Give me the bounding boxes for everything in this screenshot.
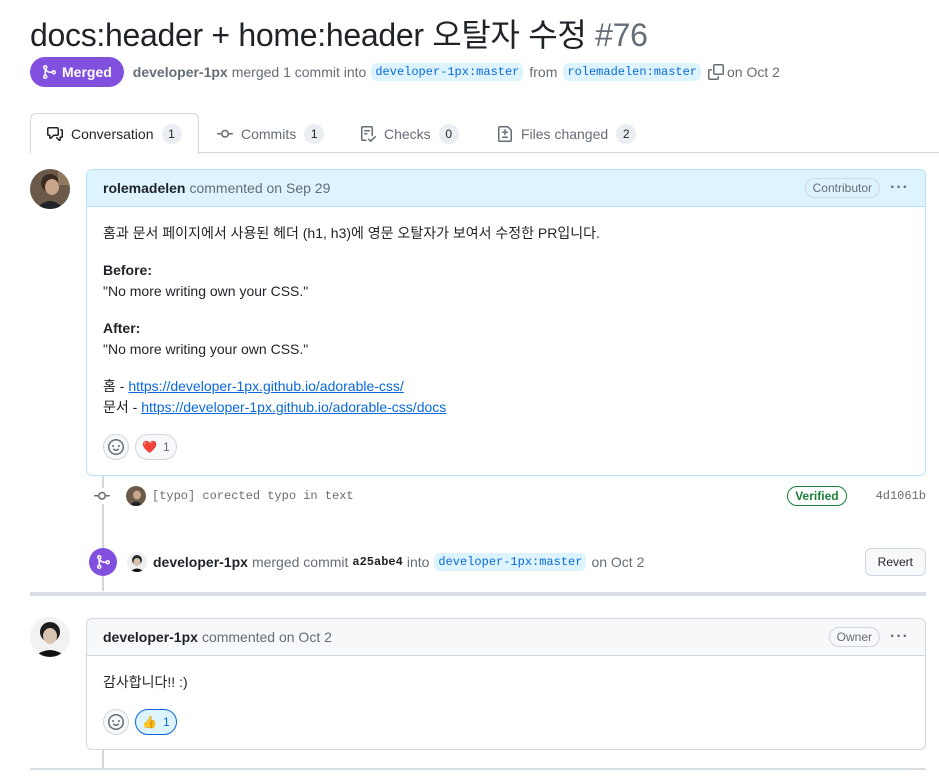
revert-button[interactable]: Revert	[864, 548, 926, 576]
merge-text-2: into	[406, 554, 430, 570]
file-diff-icon	[498, 125, 512, 142]
before-block: Before: "No more writing own your CSS."	[103, 260, 909, 302]
merged-status-badge: Merged	[30, 57, 124, 87]
tab-checks[interactable]: Checks 0	[344, 113, 475, 154]
git-commit-icon	[217, 129, 233, 138]
merge-author[interactable]: developer-1px	[153, 554, 248, 570]
tab-commits-label: Commits	[241, 125, 297, 142]
comment-text: 감사합니다!! :)	[103, 674, 188, 690]
heart-reaction-button[interactable]: ❤️ 1	[135, 434, 177, 460]
merge-event: developer-1px merged commit a25abe4 into…	[89, 547, 926, 577]
from-text: from	[529, 64, 558, 80]
smiley-icon	[108, 714, 124, 730]
before-text: "No more writing own your CSS."	[103, 283, 309, 299]
copy-icon[interactable]	[708, 64, 724, 80]
base-branch[interactable]: developer-1px:master	[371, 63, 524, 81]
smiley-icon	[108, 439, 124, 455]
merge-date: on Oct 2	[727, 64, 780, 80]
comment-developer-1px: developer-1px commented on Oct 2 Owner ·…	[86, 618, 926, 750]
thumbs-up-reaction-button[interactable]: 👍 1	[135, 709, 177, 735]
tab-conversation-label: Conversation	[71, 125, 154, 142]
git-commit-icon	[94, 488, 110, 504]
comment-author[interactable]: rolemadelen	[103, 180, 185, 196]
heart-reaction-count: 1	[162, 439, 170, 454]
before-label: Before:	[103, 262, 153, 278]
contributor-badge: Contributor	[804, 178, 881, 198]
commit-sha[interactable]: 4d1061b	[876, 489, 926, 503]
reactions: ❤️ 1	[103, 434, 909, 460]
pr-number: #76	[595, 17, 648, 53]
head-branch[interactable]: rolemadelen:master	[563, 63, 701, 81]
after-text: "No more writing your own CSS."	[103, 341, 309, 357]
after-block: After: "No more writing your own CSS."	[103, 318, 909, 360]
git-merge-icon	[43, 65, 57, 79]
commit-message[interactable]: [typo] corected typo in text	[152, 489, 354, 503]
commit-author-avatar[interactable]	[126, 486, 146, 506]
merge-commit-sha[interactable]: a25abe4	[352, 555, 402, 569]
bottom-divider	[30, 768, 926, 770]
pr-title: docs:header + home:header 오탈자 수정 #76	[30, 10, 648, 56]
after-label: After:	[103, 320, 141, 336]
tab-conversation-count: 1	[161, 123, 182, 144]
link-docs-prefix: 문서 -	[103, 399, 142, 415]
comment-header: developer-1px commented on Oct 2 Owner ·…	[87, 619, 925, 656]
comment-header: rolemadelen commented on Sep 29 Contribu…	[87, 170, 925, 207]
heart-emoji: ❤️	[142, 439, 157, 454]
thumbs-up-reaction-count: 1	[162, 714, 170, 729]
comment-body: 홈과 문서 페이지에서 사용된 헤더 (h1, h3)에 영문 오탈자가 보여서…	[87, 207, 925, 476]
git-merge-icon	[89, 548, 117, 576]
tab-files-changed[interactable]: Files changed 2	[481, 113, 652, 154]
timeline-divider	[30, 592, 926, 596]
pr-tabs: Conversation 1 Commits 1 Checks 0 Files …	[30, 113, 939, 154]
tab-files-changed-count: 2	[616, 123, 637, 144]
owner-badge: Owner	[828, 627, 881, 647]
tab-conversation[interactable]: Conversation 1	[30, 113, 199, 154]
reactions: 👍 1	[103, 709, 909, 735]
merge-text: merged 1 commit into	[231, 64, 367, 80]
comment-timestamp[interactable]: commented on Oct 2	[202, 629, 332, 645]
timeline-line-bottom	[102, 750, 104, 770]
thumbs-up-emoji: 👍	[142, 714, 157, 729]
avatar-developer-1px[interactable]	[30, 617, 70, 657]
pr-title-text: docs:header + home:header 오탈자 수정	[30, 17, 587, 53]
comment-timestamp[interactable]: commented on Sep 29	[189, 180, 330, 196]
comment-author[interactable]: developer-1px	[103, 629, 198, 645]
kebab-menu-icon[interactable]: ···	[890, 180, 909, 196]
tab-checks-label: Checks	[384, 125, 431, 142]
checklist-icon	[361, 125, 376, 142]
merger-username[interactable]: developer-1px	[133, 64, 228, 80]
comment-body: 감사합니다!! :) 👍 1	[87, 656, 925, 751]
tab-commits[interactable]: Commits 1	[201, 113, 340, 154]
pr-meta: Merged developer-1px merged 1 commit int…	[30, 57, 780, 87]
comment-intro: 홈과 문서 페이지에서 사용된 헤더 (h1, h3)에 영문 오탈자가 보여서…	[103, 225, 600, 241]
comment-rolemadelen: rolemadelen commented on Sep 29 Contribu…	[86, 169, 926, 476]
avatar-rolemadelen[interactable]	[30, 169, 70, 209]
verified-badge[interactable]: Verified	[787, 486, 847, 506]
commit-row: [typo] corected typo in text Verified 4d…	[94, 484, 926, 508]
merge-event-date[interactable]: on Oct 2	[591, 554, 644, 570]
tab-checks-count: 0	[438, 123, 459, 144]
merge-target-branch[interactable]: developer-1px:master	[434, 553, 587, 571]
tab-commits-count: 1	[304, 123, 325, 144]
comment-discussion-icon	[47, 126, 63, 141]
merge-text-1: merged commit	[251, 554, 349, 570]
tab-files-changed-label: Files changed	[521, 125, 609, 142]
merged-status-label: Merged	[62, 64, 112, 80]
links-block: 홈 - https://developer-1px.github.io/ador…	[103, 376, 909, 418]
merger-avatar[interactable]	[127, 552, 147, 572]
link-docs[interactable]: https://developer-1px.github.io/adorable…	[141, 399, 446, 415]
add-reaction-button[interactable]	[103, 434, 129, 460]
link-home-prefix: 홈 -	[103, 378, 129, 394]
link-home[interactable]: https://developer-1px.github.io/adorable…	[128, 378, 404, 394]
add-reaction-button[interactable]	[103, 709, 129, 735]
kebab-menu-icon[interactable]: ···	[890, 629, 909, 645]
